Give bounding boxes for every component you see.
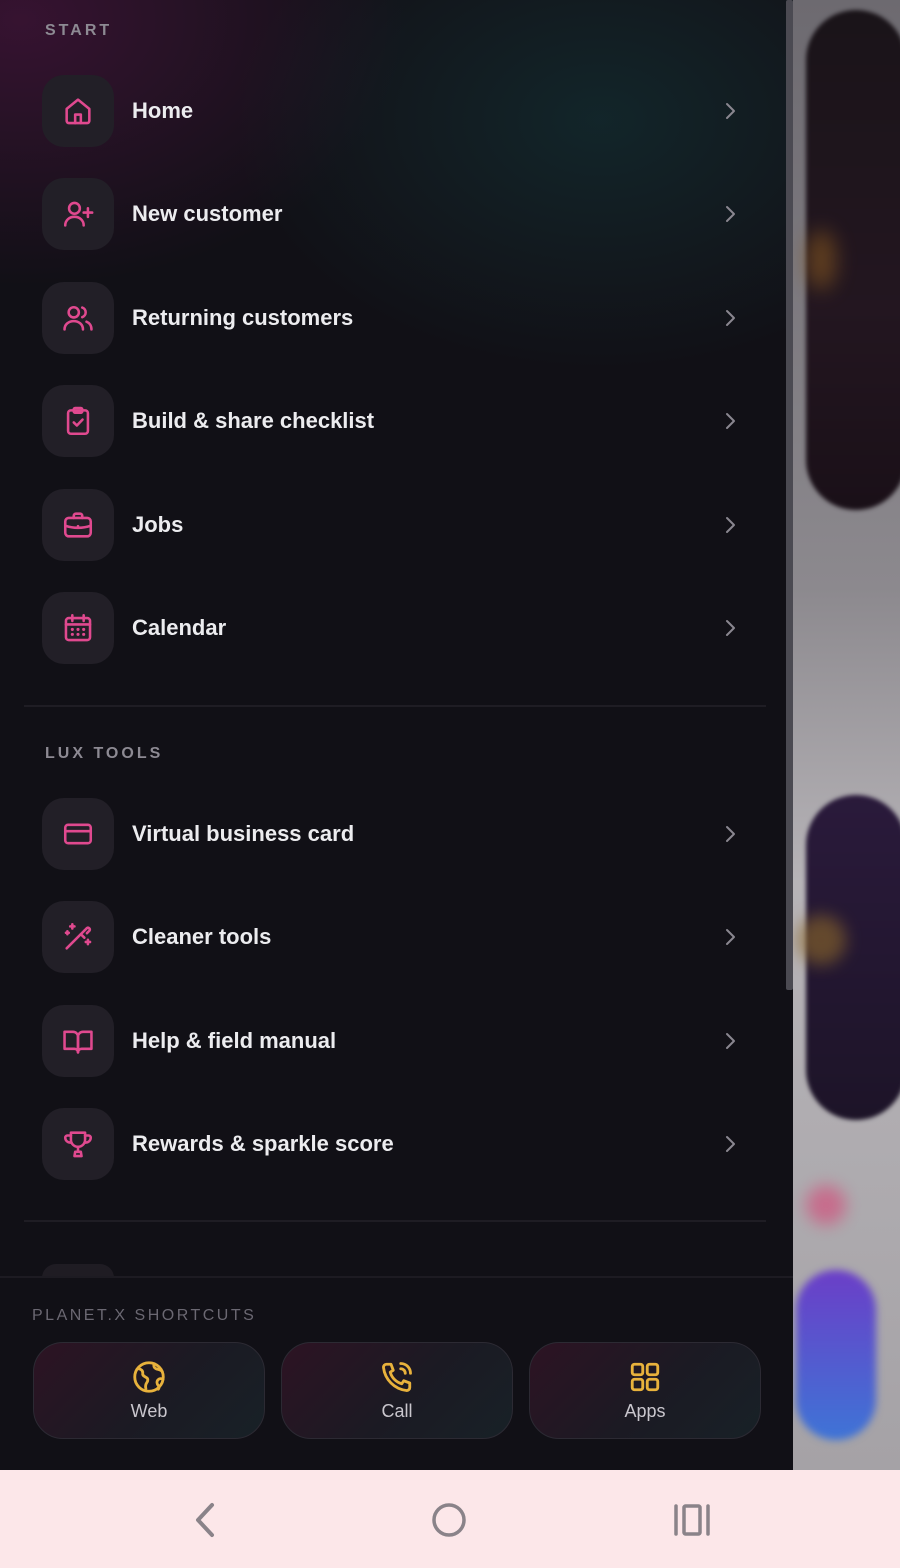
menu-icon-tile [42, 901, 114, 973]
chevron-right-icon [726, 826, 735, 842]
menu-icon-tile [42, 1005, 114, 1077]
menu-item-build-share-checklist[interactable]: Build & share checklist [42, 385, 760, 457]
shortcut-web-button[interactable]: Web [33, 1342, 265, 1439]
shortcuts-panel: PLANET.X SHORTCUTS Web Call Apps [0, 1276, 793, 1470]
menu-item-jobs[interactable]: Jobs [42, 489, 760, 561]
chevron-right-icon [726, 517, 735, 533]
chevron-right-icon [726, 413, 735, 429]
magic-wand-icon [64, 922, 92, 950]
menu-item-calendar[interactable]: Calendar [42, 592, 760, 664]
shortcuts-label: PLANET.X SHORTCUTS [32, 1307, 257, 1324]
section-divider [24, 705, 766, 707]
recents-icon [674, 1504, 710, 1536]
back-icon [196, 1503, 214, 1537]
shortcut-apps-button[interactable]: Apps [529, 1342, 761, 1439]
menu-icon-tile [42, 1108, 114, 1180]
menu-label: New customer [132, 201, 283, 226]
menu-icon-tile [42, 798, 114, 870]
background-fab [796, 1270, 876, 1440]
menu-icon-tile [42, 592, 114, 664]
menu-label: Home [132, 98, 194, 123]
menu-label: Cleaner tools [132, 924, 272, 949]
calendar-icon [64, 613, 92, 642]
menu-item-cleaner-tools[interactable]: Cleaner tools [42, 901, 760, 973]
menu-label: Calendar [132, 615, 227, 640]
menu-icon-tile [42, 282, 114, 354]
section-divider [24, 1220, 766, 1222]
system-recents-button[interactable] [662, 1495, 722, 1545]
chevron-right-icon [726, 206, 735, 222]
background-glow [796, 915, 846, 965]
background-glow [806, 230, 836, 290]
menu-label: Build & share checklist [132, 408, 375, 433]
menu-icon-tile [42, 385, 114, 457]
menu-label: Rewards & sparkle score [132, 1131, 394, 1156]
menu-label: Jobs [132, 512, 184, 537]
system-back-button[interactable] [175, 1495, 235, 1545]
menu-icon-tile [42, 489, 114, 561]
navigation-drawer: START Home New customer Returning custom… [0, 0, 793, 1470]
shortcut-label: Apps [624, 1401, 666, 1421]
clipboard-check-icon [66, 406, 90, 436]
menu-label: Virtual business card [132, 821, 355, 846]
chevron-right-icon [726, 1033, 735, 1049]
user-plus-icon [63, 201, 94, 227]
menu-icon-tile [42, 178, 114, 250]
users-icon [63, 305, 93, 331]
credit-card-icon [63, 823, 93, 845]
section-label-lux-tools: LUX TOOLS [45, 745, 164, 762]
section-label-start: START [45, 22, 113, 39]
menu-label: Returning customers [132, 305, 354, 330]
shortcut-label: Call [381, 1401, 413, 1421]
chevron-right-icon [726, 929, 735, 945]
phone-call-icon [382, 1362, 412, 1392]
chevron-right-icon [726, 103, 735, 119]
menu-item-rewards-sparkle-score[interactable]: Rewards & sparkle score [42, 1108, 760, 1180]
system-home-button[interactable] [419, 1495, 479, 1545]
grid-icon [630, 1362, 660, 1392]
menu-item-returning-customers[interactable]: Returning customers [42, 282, 760, 354]
menu-item-home[interactable]: Home [42, 75, 760, 147]
chevron-right-icon [726, 310, 735, 326]
shortcut-label: Web [130, 1401, 168, 1421]
system-navigation-bar [0, 1470, 900, 1568]
globe-icon [133, 1361, 165, 1393]
background-app[interactable] [786, 0, 900, 1470]
background-heart-icon [806, 1185, 846, 1225]
chevron-right-icon [726, 620, 735, 636]
menu-label: Help & field manual [132, 1028, 337, 1053]
menu-item-new-customer[interactable]: New customer [42, 178, 760, 250]
home-circle-icon [432, 1503, 466, 1537]
book-open-icon [63, 1030, 93, 1054]
menu-item-virtual-business-card[interactable]: Virtual business card [42, 798, 760, 870]
drawer-scrollbar[interactable] [786, 0, 793, 990]
briefcase-icon [63, 512, 93, 538]
trophy-icon [63, 1131, 93, 1158]
menu-icon-tile [42, 75, 114, 147]
shortcut-call-button[interactable]: Call [281, 1342, 513, 1439]
home-icon [65, 98, 91, 125]
menu-item-help-field-manual[interactable]: Help & field manual [42, 1005, 760, 1077]
chevron-right-icon [726, 1136, 735, 1152]
